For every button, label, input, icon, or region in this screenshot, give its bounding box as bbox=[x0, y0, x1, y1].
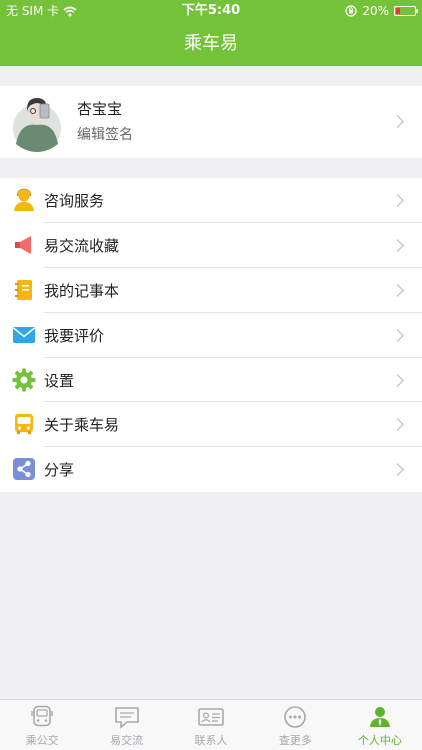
chevron-right-icon bbox=[391, 463, 404, 477]
menu-item-label: 易交流收藏 bbox=[44, 236, 120, 255]
tab-label: 个人中心 bbox=[357, 734, 402, 747]
menu-item-label: 分享 bbox=[44, 461, 75, 480]
menu-item-favorites[interactable]: 易交流收藏 bbox=[0, 223, 422, 268]
menu-item-about[interactable]: 关于乘车易 bbox=[0, 402, 422, 448]
mail-icon bbox=[12, 326, 36, 343]
profile-row[interactable]: 杏宝宝 编辑签名 bbox=[0, 86, 422, 158]
menu-item-label: 咨询服务 bbox=[44, 191, 105, 210]
chevron-right-icon bbox=[391, 373, 404, 387]
menu-item-settings[interactable]: 设置 bbox=[0, 358, 422, 403]
person-service-icon bbox=[14, 188, 34, 211]
chevron-right-icon bbox=[391, 115, 404, 128]
menu-item-label: 设置 bbox=[44, 371, 75, 390]
menu-item-notebook[interactable]: 我的记事本 bbox=[0, 268, 422, 313]
settings-menu: 咨询服务 易交流收藏 我的记事本 我要评价 设置 关于乘车易 分享 bbox=[0, 178, 422, 493]
chat-icon bbox=[114, 707, 139, 729]
megaphone-icon bbox=[15, 235, 31, 254]
bus-icon bbox=[31, 705, 53, 727]
tab-label: 查更多 bbox=[278, 734, 312, 747]
menu-item-label: 我要评价 bbox=[44, 326, 105, 345]
profile-signature: 编辑签名 bbox=[77, 127, 133, 143]
contact-card-icon bbox=[198, 708, 224, 726]
chevron-right-icon bbox=[391, 418, 404, 432]
menu-item-review[interactable]: 我要评价 bbox=[0, 313, 422, 358]
menu-item-consult[interactable]: 咨询服务 bbox=[0, 178, 422, 223]
bus-icon bbox=[15, 414, 33, 435]
status-bar: 无 SIM 卡 下午5:40 20% bbox=[0, 0, 422, 22]
gear-icon bbox=[12, 368, 36, 392]
battery-fill bbox=[396, 8, 400, 14]
avatar bbox=[13, 98, 61, 152]
battery-percent: 20% bbox=[362, 4, 389, 18]
notebook-icon bbox=[15, 279, 32, 300]
tab-bus[interactable]: 乘公交 bbox=[0, 700, 84, 750]
page-title: 乘车易 bbox=[184, 33, 238, 54]
chevron-right-icon bbox=[391, 194, 404, 207]
more-icon bbox=[284, 706, 307, 728]
tab-bar: 乘公交 易交流 联系人 查更多 个人中心 bbox=[0, 699, 422, 750]
tab-more[interactable]: 查更多 bbox=[253, 700, 337, 750]
share-icon bbox=[13, 458, 35, 481]
tab-label: 易交流 bbox=[110, 734, 144, 747]
chevron-right-icon bbox=[391, 328, 404, 342]
menu-item-label: 我的记事本 bbox=[44, 281, 120, 300]
person-icon bbox=[369, 707, 390, 727]
chevron-right-icon bbox=[391, 239, 404, 252]
tab-profile[interactable]: 个人中心 bbox=[338, 700, 422, 750]
tab-chat[interactable]: 易交流 bbox=[84, 700, 168, 750]
status-right: 20% bbox=[345, 0, 418, 22]
tab-label: 联系人 bbox=[194, 734, 228, 747]
tab-label: 乘公交 bbox=[25, 734, 59, 747]
battery-icon bbox=[394, 6, 418, 16]
orientation-lock-icon bbox=[345, 5, 357, 17]
chevron-right-icon bbox=[391, 283, 404, 297]
menu-item-label: 关于乘车易 bbox=[44, 416, 120, 435]
profile-name: 杏宝宝 bbox=[77, 100, 123, 118]
top-bar: 无 SIM 卡 下午5:40 20% 乘车易 bbox=[0, 0, 422, 66]
tab-contacts[interactable]: 联系人 bbox=[169, 700, 253, 750]
menu-item-share[interactable]: 分享 bbox=[0, 447, 422, 492]
